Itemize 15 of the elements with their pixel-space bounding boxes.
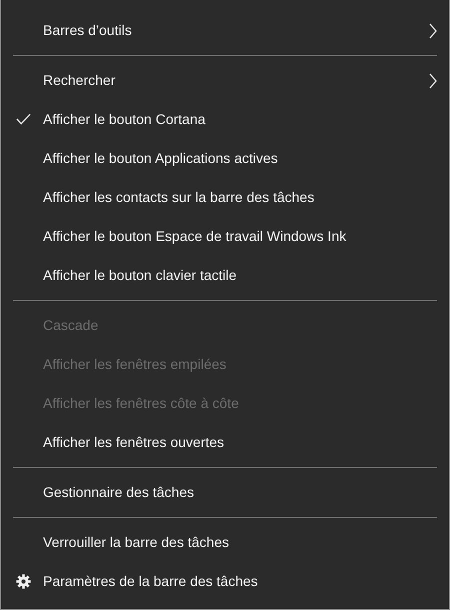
menu-item[interactable]: Afficher les fenêtres ouvertes bbox=[1, 423, 449, 462]
menu-item[interactable]: Afficher le bouton Espace de travail Windows Ink bbox=[1, 217, 449, 256]
checkmark-icon bbox=[16, 113, 31, 125]
menu-item[interactable]: Afficher le bouton Applications actives bbox=[1, 139, 449, 178]
settings-icon bbox=[16, 574, 31, 589]
menu-item[interactable]: Afficher le bouton clavier tactile bbox=[1, 256, 449, 295]
menu-item[interactable]: Paramètres de la barre des tâches bbox=[1, 562, 449, 601]
menu-item[interactable]: Afficher les contacts sur la barre des tâches bbox=[1, 178, 449, 217]
chevron-right-icon bbox=[429, 73, 437, 89]
chevron-right-icon bbox=[429, 23, 437, 39]
menu-item[interactable]: Gestionnaire des tâches bbox=[1, 473, 449, 512]
menu-item[interactable]: Verrouiller la barre des tâches bbox=[1, 523, 449, 562]
menu-item[interactable]: Afficher le bouton Cortana bbox=[1, 100, 449, 139]
menu-item[interactable]: Rechercher bbox=[1, 61, 449, 100]
menu-item[interactable]: Barres d’outils bbox=[1, 11, 449, 50]
